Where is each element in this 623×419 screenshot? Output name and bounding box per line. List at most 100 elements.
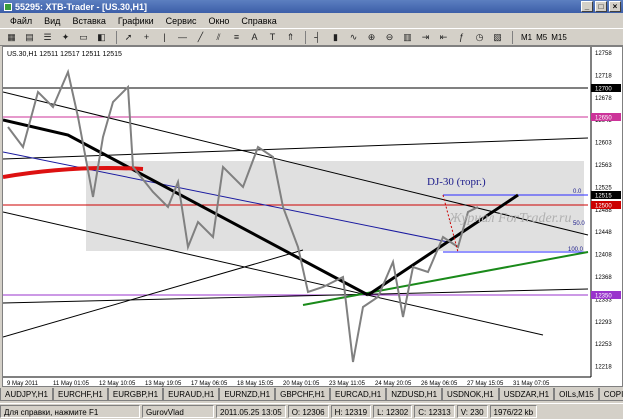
price-badge-label: 12515 — [595, 194, 612, 200]
status-volume: V: 230 — [456, 405, 488, 418]
status-low: L: 12302 — [373, 405, 413, 418]
x-tick-label: 9 May 2011 — [7, 381, 39, 387]
y-tick-label: 12253 — [595, 342, 612, 348]
market-watch-icon[interactable]: ☰ — [40, 30, 55, 44]
y-tick-label: 12448 — [595, 230, 612, 236]
price-badge-label: 12650 — [595, 116, 612, 122]
trend-line-b[interactable] — [3, 288, 589, 304]
templates-icon[interactable]: ▧ — [490, 30, 505, 44]
watermark: Журнал ForTrader.ru — [448, 211, 572, 226]
horizontal-line-icon[interactable]: — — [175, 30, 190, 44]
chart-tab[interactable]: GBPCHF,H1 — [275, 388, 331, 401]
terminal-icon[interactable]: ▭ — [76, 30, 91, 44]
y-axis: 1275812718126781264312603125631252512488… — [595, 51, 612, 371]
line-chart-icon[interactable]: ∿ — [346, 30, 361, 44]
menu-insert[interactable]: Вставка — [66, 16, 111, 26]
menu-help[interactable]: Справка — [235, 16, 282, 26]
chart-tab[interactable]: EURCAD,H1 — [330, 388, 387, 401]
toolbar: ▦ ▤ ☰ ✦ ▭ ◧ ➚ + | — ╱ ⫽ ≡ A T ⇑ ┤ ▮ ∿ ⊕ … — [0, 28, 623, 46]
autoscroll-icon[interactable]: ⇥ — [418, 30, 433, 44]
chart-tab[interactable]: EURNZD,H1 — [219, 388, 276, 401]
periods-icon[interactable]: ◷ — [472, 30, 487, 44]
y-tick-label: 12218 — [595, 365, 612, 371]
chart-window[interactable]: US.30,H1 12511 12517 12511 12515 DJ-30 (… — [2, 46, 623, 387]
cursor-icon[interactable]: ➚ — [121, 30, 136, 44]
chart-tab[interactable]: COPI — [598, 388, 623, 401]
menu-window[interactable]: Окно — [203, 16, 236, 26]
chart-header: US.30,H1 12511 12517 12511 12515 — [7, 51, 122, 58]
y-tick-label: 12563 — [595, 163, 612, 169]
x-tick-label: 18 May 15:05 — [237, 381, 274, 387]
chart-tab[interactable]: EURCHF,H1 — [52, 388, 108, 401]
fib-label-50: 50.0 — [573, 221, 585, 227]
chart-tabs: AUDJPY,H1 EURCHF,H1 EURGBP,H1 EURAUD,H1 EURN… — [0, 388, 623, 402]
fibonacci-icon[interactable]: ≡ — [229, 30, 244, 44]
timeframe-m5[interactable]: M5 — [536, 33, 547, 42]
maximize-button[interactable]: □ — [595, 1, 607, 12]
chart-tab[interactable]: EURGBP,H1 — [107, 388, 164, 401]
tester-icon[interactable]: ◧ — [94, 30, 109, 44]
x-tick-label: 20 May 01:05 — [283, 381, 320, 387]
status-profile: GurovVlad — [142, 405, 214, 418]
chart-tab[interactable]: NZDUSD,H1 — [386, 388, 443, 401]
y-tick-label: 12408 — [595, 253, 612, 259]
timeframe-m15[interactable]: M15 — [551, 33, 567, 42]
range-rectangle[interactable] — [86, 161, 584, 251]
chart-shift-icon[interactable]: ⇤ — [436, 30, 451, 44]
candle-chart-icon[interactable]: ▮ — [328, 30, 343, 44]
zoom-in-icon[interactable]: ⊕ — [364, 30, 379, 44]
x-tick-label: 31 May 07:05 — [513, 381, 550, 387]
chart-tab[interactable]: EURAUD,H1 — [163, 388, 220, 401]
close-button[interactable]: × — [609, 1, 621, 12]
timeframe-m1[interactable]: M1 — [521, 33, 532, 42]
label-icon[interactable]: T — [265, 30, 280, 44]
chart-tab[interactable]: AUDJPY,H1 — [0, 388, 53, 401]
x-tick-label: 26 May 06:05 — [421, 381, 458, 387]
x-tick-label: 11 May 01:05 — [53, 381, 90, 387]
new-chart-icon[interactable]: ▦ — [4, 30, 19, 44]
indicators-icon[interactable]: ƒ — [454, 30, 469, 44]
fib-label-0: 0.0 — [573, 189, 582, 195]
price-chart[interactable]: US.30,H1 12511 12517 12511 12515 DJ-30 (… — [3, 47, 623, 388]
y-tick-label: 12758 — [595, 51, 612, 57]
trendline-icon[interactable]: ╱ — [193, 30, 208, 44]
menu-bar: Файл Вид Вставка Графики Сервис Окно Спр… — [0, 13, 623, 28]
bar-chart-icon[interactable]: ┤ — [310, 30, 325, 44]
status-bar: Для справки, нажмите F1 GurovVlad 2011.0… — [0, 403, 623, 419]
x-tick-label: 27 May 15:05 — [467, 381, 504, 387]
vertical-line-icon[interactable]: | — [157, 30, 172, 44]
channel-icon[interactable]: ⫽ — [211, 30, 226, 44]
x-tick-label: 17 May 06:05 — [191, 381, 228, 387]
chart-tab[interactable]: USDNOK,H1 — [442, 388, 499, 401]
tile-icon[interactable]: ▥ — [400, 30, 415, 44]
fib-label-100: 100.0 — [568, 247, 584, 253]
x-tick-label: 12 May 10:05 — [99, 381, 136, 387]
annotation-label[interactable]: DJ-30 (торг.) — [427, 176, 486, 188]
trend-line-a[interactable] — [3, 249, 304, 338]
chart-tab[interactable]: OILs,M15 — [554, 388, 599, 401]
navigator-icon[interactable]: ✦ — [58, 30, 73, 44]
status-close: C: 12313 — [414, 405, 455, 418]
menu-view[interactable]: Вид — [38, 16, 66, 26]
y-tick-label: 12678 — [595, 96, 612, 102]
y-tick-label: 12718 — [595, 73, 612, 79]
price-badges: 12700 12650 12515 12500 12350 — [591, 84, 621, 300]
y-tick-label: 12603 — [595, 141, 612, 147]
menu-charts[interactable]: Графики — [112, 16, 160, 26]
arrow-icon[interactable]: ⇑ — [283, 30, 298, 44]
price-badge-label: 12500 — [595, 204, 612, 210]
title-bar: 55295: XTB-Trader - [US.30,H1] _ □ × — [0, 0, 623, 13]
app-icon — [4, 2, 12, 11]
menu-file[interactable]: Файл — [4, 16, 38, 26]
crosshair-icon[interactable]: + — [139, 30, 154, 44]
status-open: O: 12306 — [287, 405, 329, 418]
y-tick-label: 12525 — [595, 185, 612, 191]
minimize-button[interactable]: _ — [581, 1, 593, 12]
zoom-out-icon[interactable]: ⊖ — [382, 30, 397, 44]
chart-tab[interactable]: USDZAR,H1 — [498, 388, 555, 401]
x-tick-label: 13 May 19:05 — [145, 381, 182, 387]
text-icon[interactable]: A — [247, 30, 262, 44]
y-tick-label: 12293 — [595, 320, 612, 326]
menu-tools[interactable]: Сервис — [160, 16, 203, 26]
profiles-icon[interactable]: ▤ — [22, 30, 37, 44]
